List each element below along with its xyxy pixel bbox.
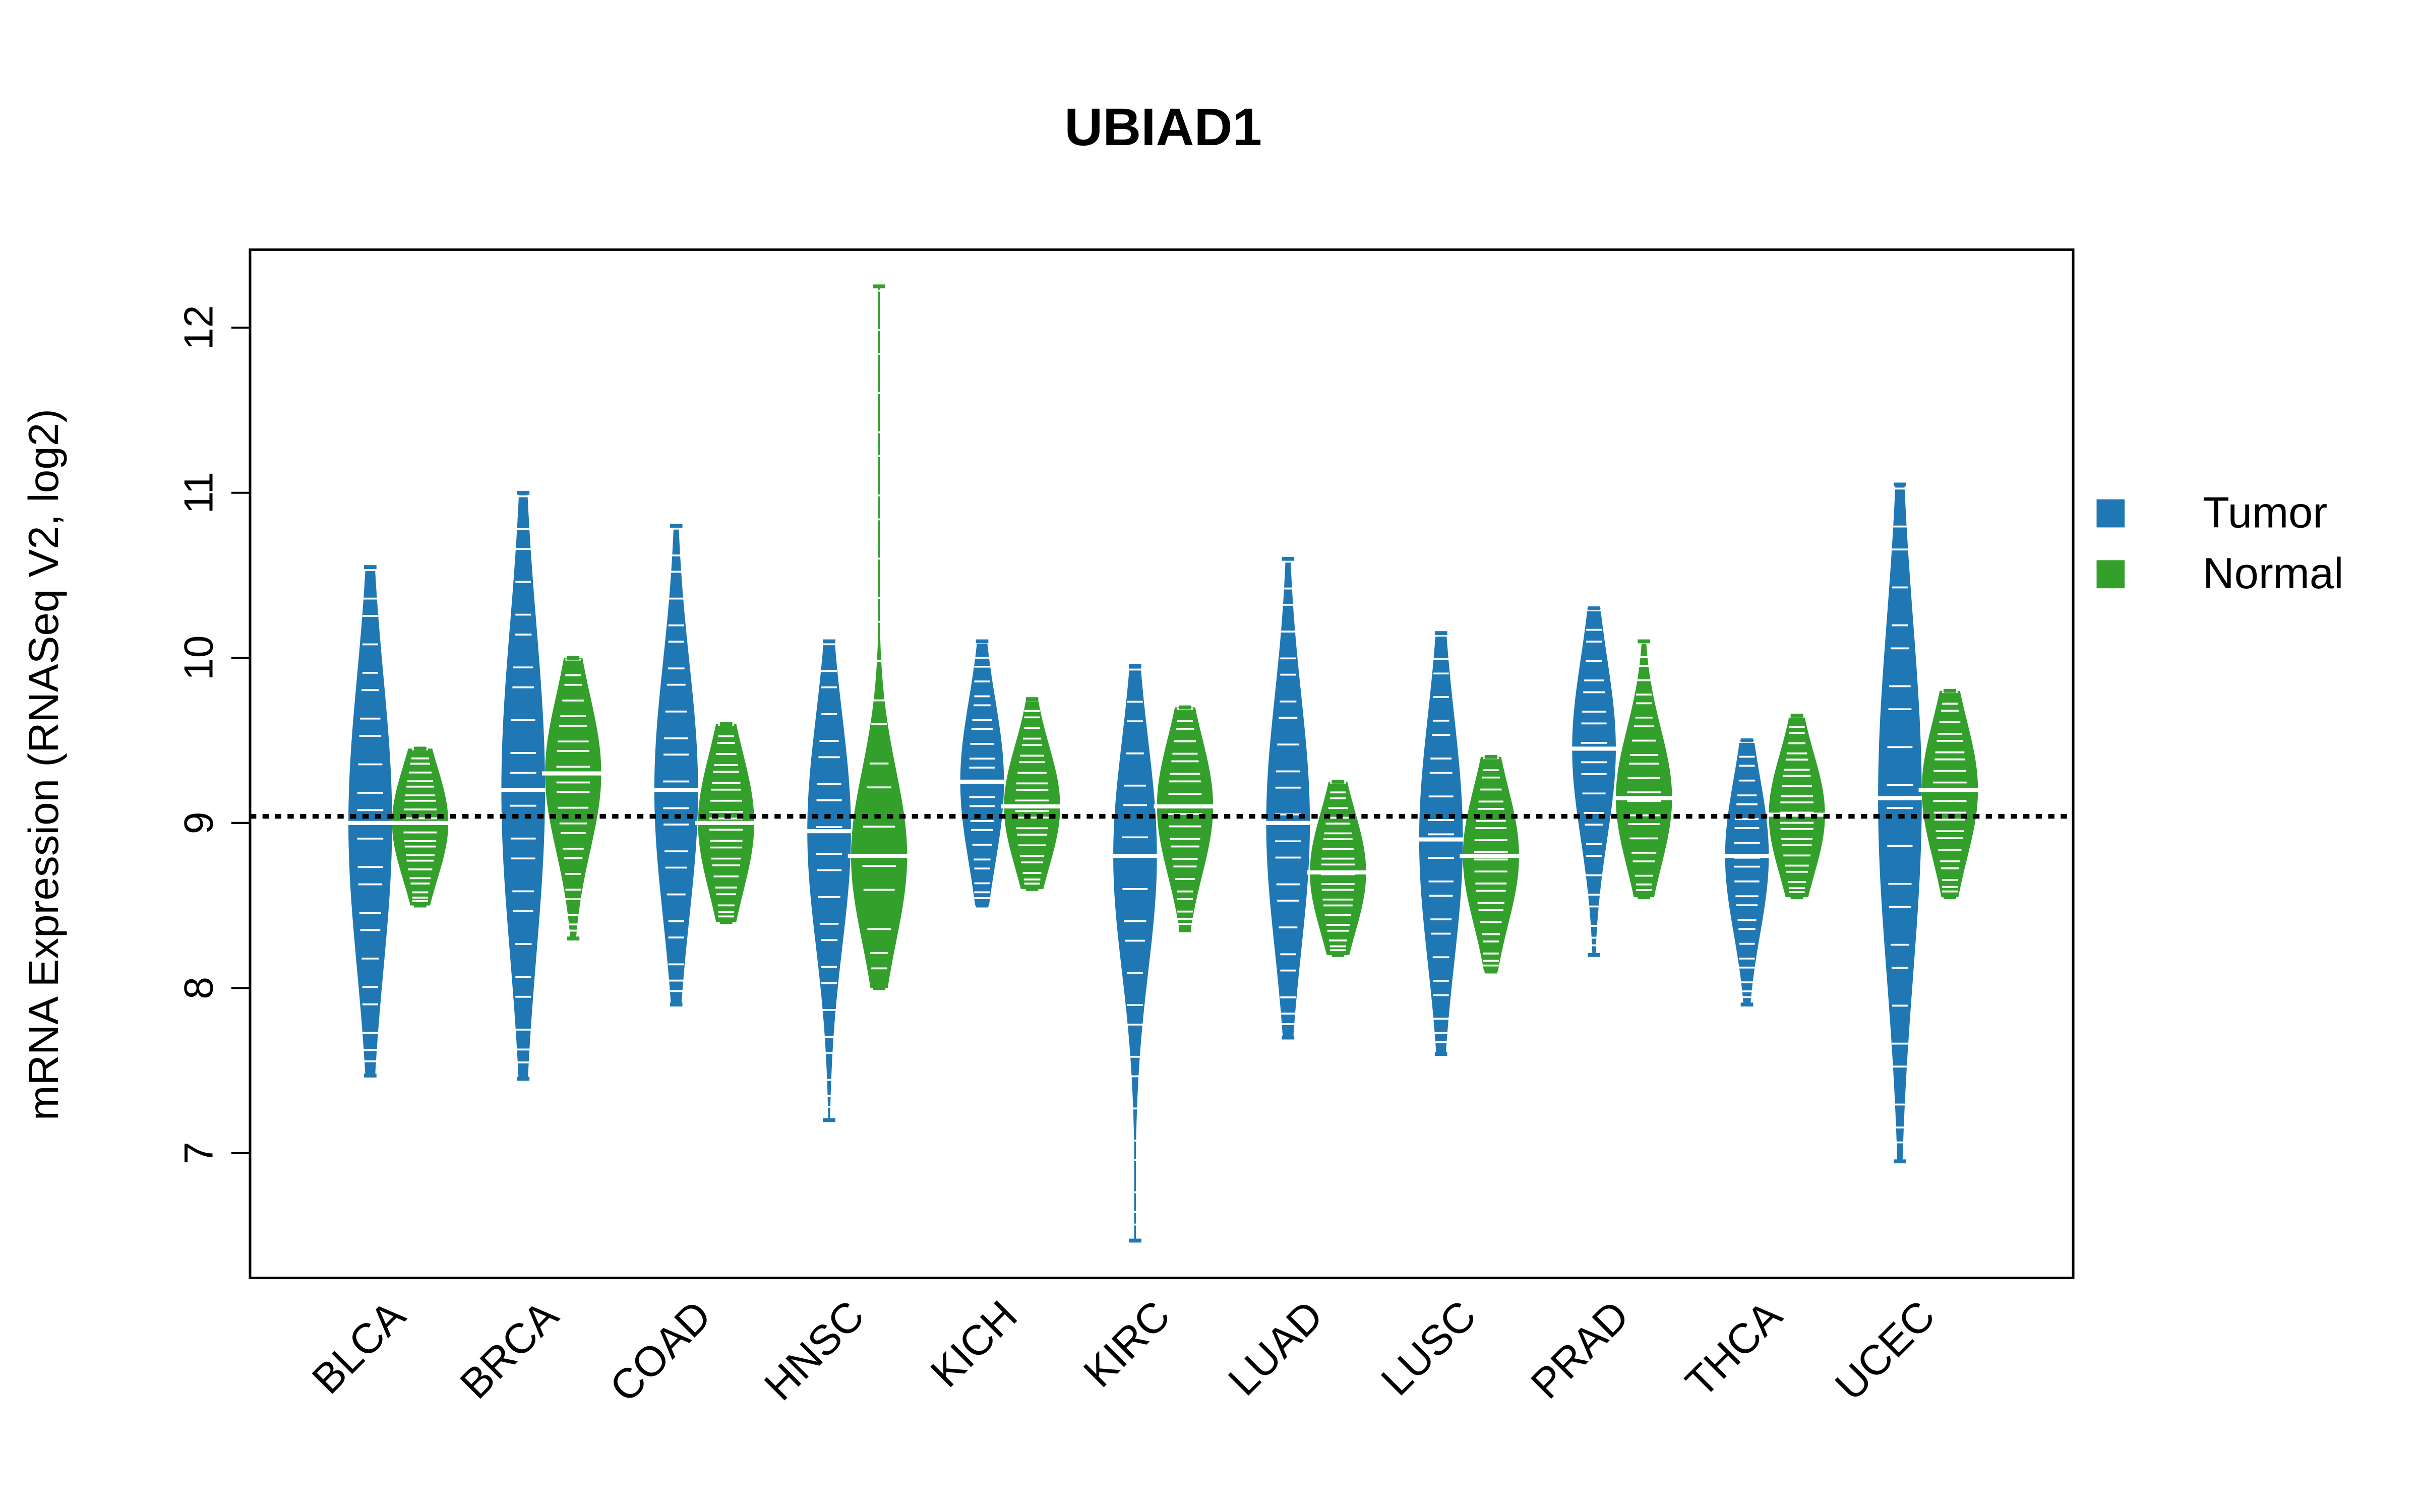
legend-swatch-normal — [2096, 560, 2125, 589]
y-tick-label: 10 — [176, 635, 222, 680]
beanplot-chart: UBIAD1 mRNA Expression (RNASeq V2, log2)… — [0, 0, 2420, 1512]
chart-title: UBIAD1 — [1064, 98, 1262, 157]
y-tick-label: 8 — [176, 977, 222, 999]
y-tick-label: 11 — [176, 472, 222, 514]
legend-label-normal: Normal — [2203, 549, 2343, 598]
legend-swatch-tumor — [2096, 499, 2125, 528]
y-tick-label: 7 — [176, 1142, 222, 1165]
y-tick-label: 12 — [176, 305, 222, 350]
y-axis-label: mRNA Expression (RNASeq V2, log2) — [20, 409, 67, 1120]
legend-label-tumor: Tumor — [2203, 488, 2327, 537]
y-tick-label: 9 — [176, 811, 222, 834]
